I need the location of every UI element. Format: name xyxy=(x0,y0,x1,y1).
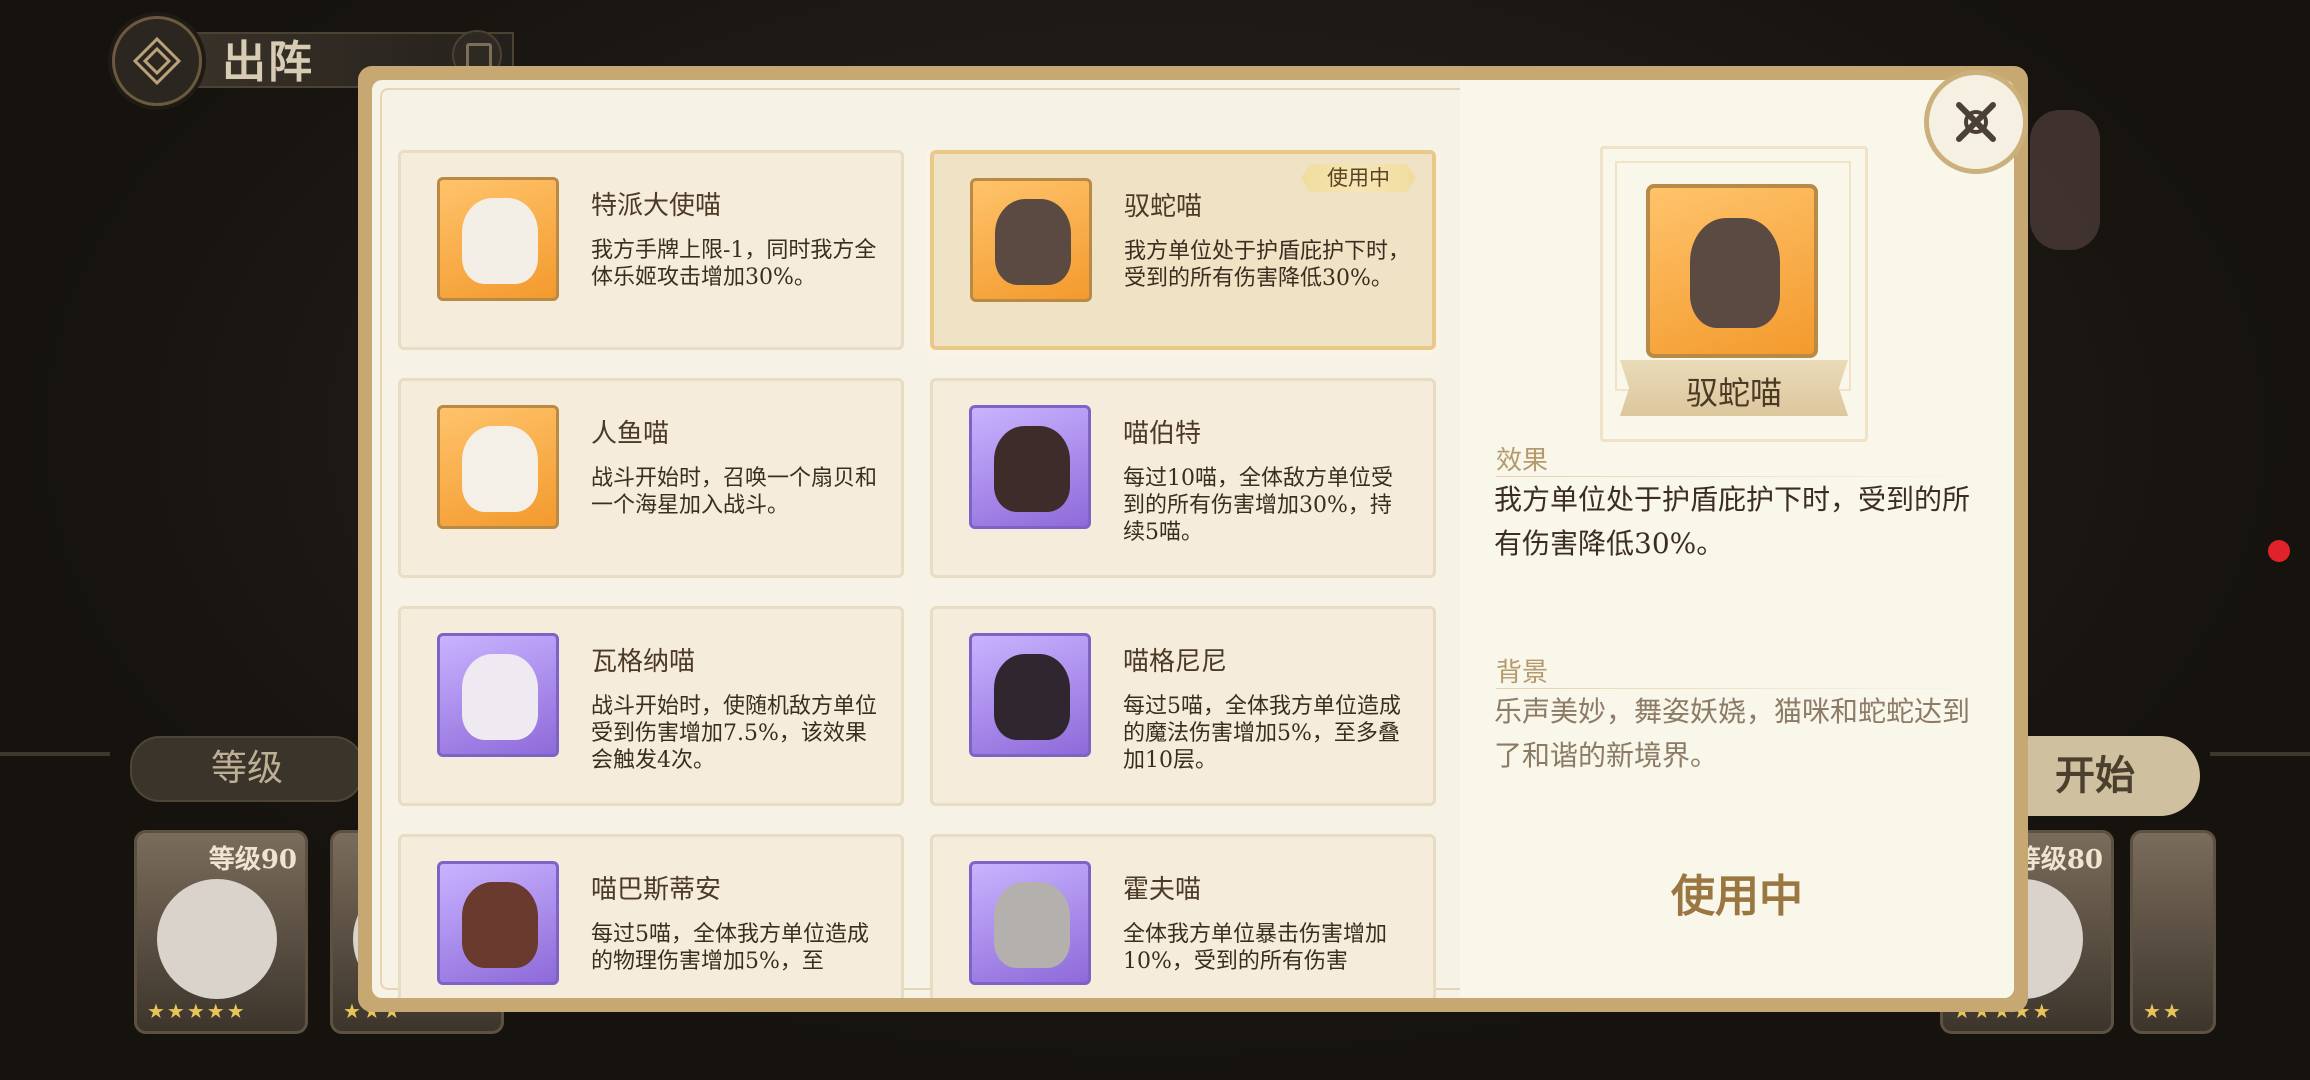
cat-name: 人鱼喵 xyxy=(591,419,670,449)
cat-desc: 我方单位处于护盾庇护下时，受到的所有伤害降低30%。 xyxy=(1124,239,1411,291)
cat-icon xyxy=(462,882,538,968)
cat-card[interactable]: 特派大使喵 我方手牌上限-1，同时我方全体乐姬攻击增加30%。 xyxy=(398,150,904,350)
divider xyxy=(1496,688,1986,689)
cat-select-dialog: 特派大使喵 我方手牌上限-1，同时我方全体乐姬攻击增加30%。 驭蛇喵 我方单位… xyxy=(358,66,2028,1012)
close-icon xyxy=(1956,102,1996,142)
cat-card[interactable]: 喵伯特 每过10喵，全体敌方单位受到的所有伤害增加30%，持续5喵。 xyxy=(930,378,1436,578)
divider xyxy=(1496,476,1986,477)
cat-icon xyxy=(462,198,538,284)
page-title: 出阵 xyxy=(222,37,314,88)
cat-card[interactable]: 喵格尼尼 每过5喵，全体我方单位造成的魔法伤害增加5%，至多叠加10层。 xyxy=(930,606,1436,806)
cat-portrait xyxy=(437,177,559,301)
cat-name: 喵格尼尼 xyxy=(1123,647,1228,677)
hero-stars: ★★★★★ xyxy=(147,999,247,1023)
cat-name: 驭蛇喵 xyxy=(1124,192,1203,222)
hero-card[interactable]: 等级90 ★★★★★ xyxy=(134,830,308,1034)
cat-icon xyxy=(995,199,1071,285)
cat-desc: 每过10喵，全体敌方单位受到的所有伤害增加30%，持续5喵。 xyxy=(1123,466,1393,545)
cat-card[interactable]: 喵巴斯蒂安 每过5喵，全体我方单位造成的物理伤害增加5%，至 xyxy=(398,834,904,998)
cat-icon xyxy=(462,426,538,512)
cat-desc: 我方手牌上限-1，同时我方全体乐姬攻击增加30%。 xyxy=(591,238,877,290)
background-label: 背景 xyxy=(1496,658,1549,688)
hero-card[interactable]: ★★ xyxy=(2130,830,2216,1034)
cat-desc: 战斗开始时，使随机敌方单位受到伤害增加7.5%，该效果会触发4次。 xyxy=(591,694,878,773)
in-use-badge: 使用中 xyxy=(1301,164,1416,192)
hero-level: 等级90 xyxy=(208,845,297,875)
cat-portrait xyxy=(969,861,1091,985)
pedestal-right xyxy=(2210,672,2310,756)
cat-detail-panel: 驭蛇喵 效果 我方单位处于护盾庇护下时，受到的所有伤害降低30%。 背景 乐声美… xyxy=(1460,80,2014,998)
hero-level: 等级80 xyxy=(2014,845,2103,875)
cat-portrait xyxy=(437,861,559,985)
cat-name: 瓦格纳喵 xyxy=(591,647,696,677)
cat-portrait xyxy=(437,633,559,757)
cat-card[interactable]: 瓦格纳喵 战斗开始时，使随机敌方单位受到伤害增加7.5%，该效果会触发4次。 xyxy=(398,606,904,806)
cat-icon xyxy=(994,654,1070,740)
cat-card[interactable]: 霍夫喵 全体我方单位暴击伤害增加10%，受到的所有伤害 xyxy=(930,834,1436,998)
dialog-panel: 特派大使喵 我方手牌上限-1，同时我方全体乐姬攻击增加30%。 驭蛇喵 我方单位… xyxy=(372,80,2014,998)
cat-desc: 战斗开始时，召唤一个扇贝和一个海星加入战斗。 xyxy=(591,466,878,518)
cat-portrait xyxy=(437,405,559,529)
cat-icon xyxy=(994,882,1070,968)
detail-name: 驭蛇喵 xyxy=(1685,374,1782,412)
cat-desc: 每过5喵，全体我方单位造成的物理伤害增加5%，至 xyxy=(591,922,869,974)
cat-companion-icon xyxy=(2030,110,2100,250)
level-sort-tab[interactable]: 等级 xyxy=(130,736,364,802)
hero-portrait xyxy=(157,879,277,999)
cat-card[interactable]: 人鱼喵 战斗开始时，召唤一个扇贝和一个海星加入战斗。 xyxy=(398,378,904,578)
cat-list[interactable]: 特派大使喵 我方手牌上限-1，同时我方全体乐姬攻击增加30%。 驭蛇喵 我方单位… xyxy=(398,150,1448,998)
emblem-icon xyxy=(132,36,182,86)
effect-label: 效果 xyxy=(1496,446,1549,476)
cat-name: 特派大使喵 xyxy=(591,191,722,221)
record-indicator xyxy=(2268,540,2290,562)
effect-text: 我方单位处于护盾庇护下时，受到的所有伤害降低30%。 xyxy=(1494,483,1971,560)
status-label: 使用中 xyxy=(1671,871,1803,922)
cat-icon xyxy=(462,654,538,740)
back-button[interactable] xyxy=(112,16,202,106)
snake-cat-icon xyxy=(1690,218,1780,328)
cat-portrait xyxy=(969,405,1091,529)
cat-portrait xyxy=(969,633,1091,757)
cat-name: 喵巴斯蒂安 xyxy=(591,875,722,905)
cat-icon xyxy=(994,426,1070,512)
cat-name: 霍夫喵 xyxy=(1123,875,1202,905)
name-ribbon: 驭蛇喵 xyxy=(1620,360,1848,416)
hero-stars: ★★ xyxy=(2143,999,2183,1023)
cat-desc: 全体我方单位暴击伤害增加10%，受到的所有伤害 xyxy=(1123,922,1388,974)
pedestal-left xyxy=(0,672,110,756)
cat-portrait xyxy=(970,178,1092,302)
background-text: 乐声美妙，舞姿妖娆，猫咪和蛇蛇达到了和谐的新境界。 xyxy=(1494,695,1971,772)
detail-portrait xyxy=(1646,184,1818,358)
close-button[interactable] xyxy=(1924,70,2028,174)
cat-desc: 每过5喵，全体我方单位造成的魔法伤害增加5%，至多叠加10层。 xyxy=(1123,694,1401,773)
cat-name: 喵伯特 xyxy=(1123,419,1202,449)
cat-card-selected[interactable]: 驭蛇喵 我方单位处于护盾庇护下时，受到的所有伤害降低30%。 使用中 xyxy=(930,150,1436,350)
